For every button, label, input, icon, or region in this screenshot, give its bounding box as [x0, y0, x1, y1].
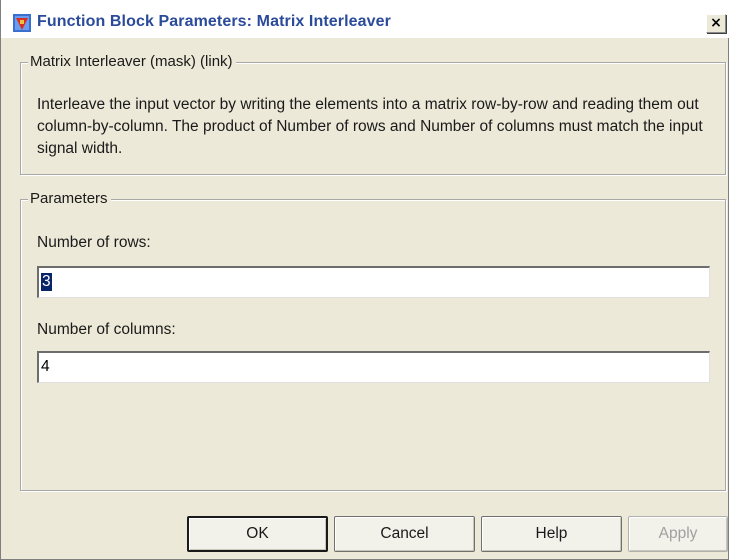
help-button[interactable]: Help — [481, 516, 622, 552]
title-bar[interactable]: Function Block Parameters: Matrix Interl… — [1, 0, 729, 38]
mask-description-text: Interleave the input vector by writing t… — [37, 96, 703, 157]
apply-button[interactable]: Apply — [628, 516, 728, 552]
window-title: Function Block Parameters: Matrix Interl… — [37, 13, 391, 30]
dialog-window: Function Block Parameters: Matrix Interl… — [0, 0, 729, 560]
rows-label: Number of rows: — [37, 234, 151, 251]
columns-input-value: 4 — [41, 358, 50, 375]
close-icon[interactable]: × — [706, 14, 726, 33]
ok-button[interactable]: OK — [187, 516, 328, 552]
mask-description-group: Matrix Interleaver (mask) (link) Interle… — [20, 53, 726, 175]
parameters-group: Parameters Number of rows: 3 Number of c… — [20, 190, 726, 491]
simulink-block-icon — [13, 14, 31, 32]
rows-input[interactable]: 3 — [37, 266, 710, 298]
cancel-button[interactable]: Cancel — [334, 516, 475, 552]
rows-input-value: 3 — [41, 273, 52, 291]
parameters-group-legend: Parameters — [28, 190, 111, 208]
columns-input[interactable]: 4 — [37, 351, 710, 383]
columns-label: Number of columns: — [37, 321, 176, 338]
mask-group-legend: Matrix Interleaver (mask) (link) — [28, 53, 236, 71]
